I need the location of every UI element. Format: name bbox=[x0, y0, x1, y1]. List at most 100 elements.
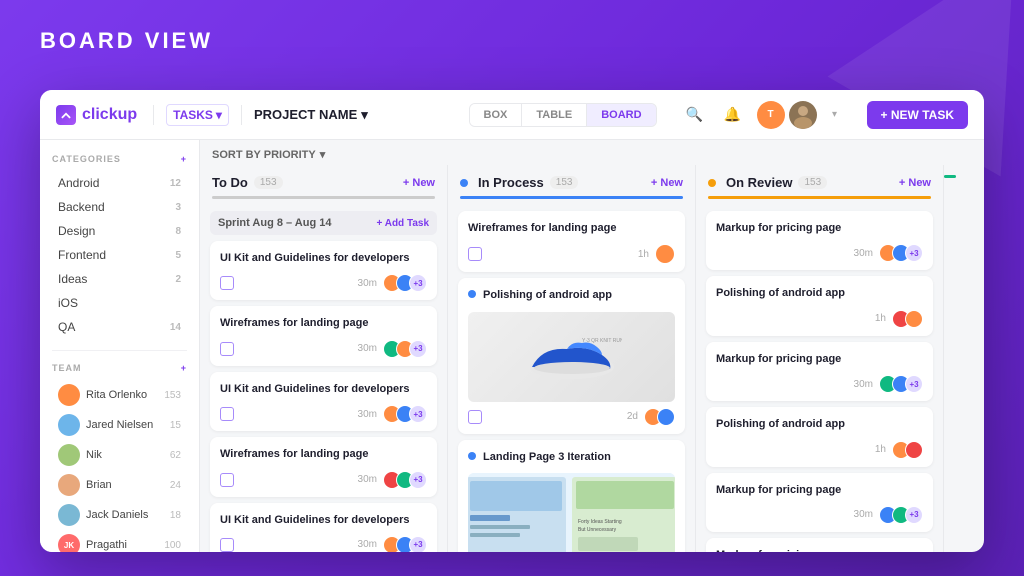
sidebar-item-count: 12 bbox=[170, 178, 181, 189]
task-footer: 30m +3 bbox=[716, 375, 923, 393]
sidebar-item-ios[interactable]: iOS bbox=[52, 292, 187, 314]
sprint-add-task[interactable]: + Add Task bbox=[376, 218, 429, 229]
team-avatar bbox=[58, 504, 80, 526]
add-team-icon[interactable]: + bbox=[181, 363, 187, 373]
sidebar-item-frontend[interactable]: Frontend 5 bbox=[52, 244, 187, 266]
team-name: Brian bbox=[86, 479, 164, 491]
column-new-button[interactable]: + New bbox=[403, 177, 435, 189]
task-avatars: +3 bbox=[383, 471, 427, 489]
search-icon[interactable]: 🔍 bbox=[681, 101, 709, 129]
task-avatar-more: +3 bbox=[905, 244, 923, 262]
task-avatar-more: +3 bbox=[409, 274, 427, 292]
task-avatar bbox=[905, 310, 923, 328]
tasks-dropdown[interactable]: TASKS ▾ bbox=[166, 104, 229, 126]
task-time: 2d bbox=[627, 411, 638, 422]
task-title: Wireframes for landing page bbox=[220, 447, 427, 462]
topbar: clickup TASKS ▾ PROJECT NAME ▾ BOX TABLE… bbox=[40, 90, 984, 140]
task-avatar-more: +3 bbox=[905, 506, 923, 524]
team-count: 24 bbox=[170, 480, 181, 491]
task-avatar-more: +3 bbox=[409, 405, 427, 423]
sidebar-item-design[interactable]: Design 8 bbox=[52, 220, 187, 242]
sidebar-item-count: 3 bbox=[175, 202, 181, 213]
status-dot bbox=[708, 179, 716, 187]
task-card[interactable]: UI Kit and Guidelines for developers 30m bbox=[210, 241, 437, 300]
team-avatar bbox=[58, 414, 80, 436]
sort-chevron-icon[interactable]: ▾ bbox=[320, 148, 326, 161]
task-card[interactable]: Markup for pricing page 30m +3 bbox=[706, 211, 933, 270]
task-card[interactable]: Polishing of android app 1h bbox=[706, 276, 933, 335]
project-name-text: PROJECT NAME bbox=[254, 107, 357, 122]
task-card[interactable]: UI Kit and Guidelines for developers 30m bbox=[210, 503, 437, 552]
task-card[interactable]: Markup for pricing page 30m +3 bbox=[706, 473, 933, 532]
task-title: Polishing of android app bbox=[468, 288, 675, 303]
column-new-button[interactable]: + New bbox=[899, 177, 931, 189]
task-avatars: +3 bbox=[879, 375, 923, 393]
task-meta: 30m +3 bbox=[854, 244, 923, 262]
avatar-group: T ▾ bbox=[757, 101, 849, 129]
sidebar-item-backend[interactable]: Backend 3 bbox=[52, 196, 187, 218]
team-name: Rita Orlenko bbox=[86, 389, 158, 401]
task-time: 30m bbox=[358, 539, 377, 550]
task-meta: 30m +3 bbox=[358, 340, 427, 358]
user-avatar-photo[interactable] bbox=[789, 101, 817, 129]
add-category-icon[interactable]: + bbox=[181, 154, 187, 164]
task-avatars: +3 bbox=[879, 244, 923, 262]
task-card[interactable]: Markup for pricing page 💬 234 🔗 234 bbox=[706, 538, 933, 552]
topbar-divider bbox=[153, 105, 154, 125]
user-avatar-t[interactable]: T bbox=[757, 101, 785, 129]
user-dropdown-icon[interactable]: ▾ bbox=[821, 101, 849, 129]
task-time: 30m bbox=[854, 379, 873, 390]
column-title-wrap: In Process 153 bbox=[460, 175, 578, 190]
column-bar-on-review bbox=[708, 196, 931, 199]
notification-icon[interactable]: 🔔 bbox=[719, 101, 747, 129]
task-time: 30m bbox=[358, 474, 377, 485]
column-new-button[interactable]: + New bbox=[651, 177, 683, 189]
new-task-button[interactable]: + NEW TASK bbox=[867, 101, 968, 129]
team-count: 18 bbox=[170, 510, 181, 521]
task-title: Markup for pricing page bbox=[716, 483, 923, 498]
sidebar-item-ideas[interactable]: Ideas 2 bbox=[52, 268, 187, 290]
team-member-pragathi[interactable]: JK Pragathi 100 bbox=[52, 531, 187, 552]
team-count: 15 bbox=[170, 420, 181, 431]
team-name: Jared Nielsen bbox=[86, 419, 164, 431]
body: CATEGORIES + Android 12 Backend 3 Design… bbox=[40, 140, 984, 552]
categories-section: CATEGORIES + bbox=[52, 154, 187, 164]
team-member-jared[interactable]: Jared Nielsen 15 bbox=[52, 411, 187, 439]
task-card[interactable]: Polishing of android app 1h bbox=[706, 407, 933, 466]
task-avatar bbox=[655, 244, 675, 264]
column-body-todo: Sprint Aug 8 – Aug 14 + Add Task UI Kit … bbox=[200, 205, 447, 552]
task-card[interactable]: Wireframes for landing page 30m bbox=[210, 437, 437, 496]
task-avatars: +3 bbox=[383, 536, 427, 552]
sidebar-item-android[interactable]: Android 12 bbox=[52, 172, 187, 194]
team-member-jack[interactable]: Jack Daniels 18 bbox=[52, 501, 187, 529]
task-title: Markup for pricing page bbox=[716, 548, 923, 552]
sidebar-item-qa[interactable]: QA 14 bbox=[52, 316, 187, 338]
board-content: SORT BY PRIORITY ▾ To Do 153 + New bbox=[200, 140, 984, 552]
column-done bbox=[944, 165, 956, 552]
tab-board[interactable]: BOARD bbox=[587, 104, 655, 126]
tab-box[interactable]: BOX bbox=[470, 104, 523, 126]
task-avatars: +3 bbox=[879, 506, 923, 524]
tab-table[interactable]: TABLE bbox=[522, 104, 587, 126]
task-card[interactable]: Wireframes for landing page 1h bbox=[458, 211, 685, 272]
task-card[interactable]: Markup for pricing page 30m +3 bbox=[706, 342, 933, 401]
project-name-dropdown[interactable]: PROJECT NAME ▾ bbox=[254, 107, 368, 123]
task-card[interactable]: Wireframes for landing page 30m bbox=[210, 306, 437, 365]
task-title: UI Kit and Guidelines for developers bbox=[220, 251, 427, 266]
svg-text:Y·3 QR KNIT RUN: Y·3 QR KNIT RUN bbox=[582, 338, 622, 344]
team-name: Pragathi bbox=[86, 539, 158, 551]
sprint-header[interactable]: Sprint Aug 8 – Aug 14 + Add Task bbox=[210, 211, 437, 235]
team-member-rita[interactable]: Rita Orlenko 153 bbox=[52, 381, 187, 409]
task-time: 1h bbox=[875, 313, 886, 324]
team-member-nik[interactable]: Nik 62 bbox=[52, 441, 187, 469]
task-icons bbox=[220, 276, 234, 290]
sort-label: SORT BY PRIORITY bbox=[212, 149, 316, 161]
task-card[interactable]: Landing Page 3 Iteration bbox=[458, 440, 685, 552]
task-card[interactable]: UI Kit and Guidelines for developers 30m bbox=[210, 372, 437, 431]
task-icons bbox=[468, 410, 482, 424]
task-card[interactable]: Polishing of android app Y·3 QR KNIT RUN bbox=[458, 278, 685, 433]
team-member-brian[interactable]: Brian 24 bbox=[52, 471, 187, 499]
task-time: 30m bbox=[854, 509, 873, 520]
task-footer: 1h bbox=[468, 244, 675, 264]
subtask-icon bbox=[220, 407, 234, 421]
